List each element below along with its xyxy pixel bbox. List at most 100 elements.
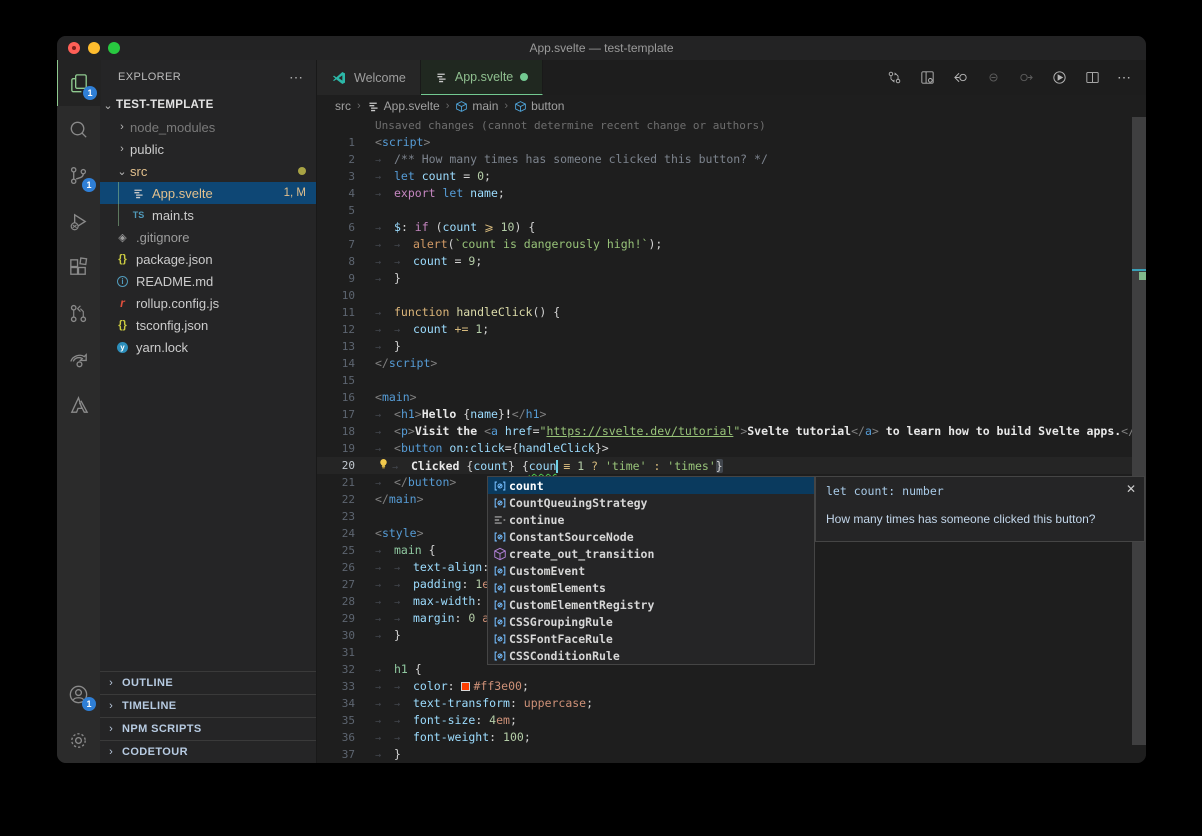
tree-item-tsconfig-json[interactable]: {}tsconfig.json	[100, 314, 316, 336]
suggest-item-customelements[interactable]: customElements	[488, 579, 814, 596]
code-line-19[interactable]: 19→<button on:click={handleClick}>	[317, 440, 1146, 457]
tree-item-package-json[interactable]: {}package.json	[100, 248, 316, 270]
account-icon[interactable]: 1	[57, 671, 100, 717]
lightbulb-icon[interactable]	[375, 457, 392, 475]
suggest-item-cssfontfacerule[interactable]: CSSFontFaceRule	[488, 630, 814, 647]
tree-root-test-template[interactable]: ⌄TEST-TEMPLATE	[100, 94, 316, 116]
symbol-keyword-icon	[491, 513, 509, 527]
code-editor[interactable]: Unsaved changes (cannot determine recent…	[317, 117, 1146, 763]
line-number: 5	[317, 202, 355, 219]
code-line-15[interactable]: 15	[317, 372, 1146, 389]
code-line-9[interactable]: 9→}	[317, 270, 1146, 287]
nav-current-icon[interactable]	[985, 69, 1002, 86]
chevron-right-icon: ›	[100, 700, 122, 712]
suggest-item-cssconditionrule[interactable]: CSSConditionRule	[488, 647, 814, 664]
suggest-docs-panel: ✕ let count: number How many times has s…	[815, 476, 1145, 542]
code-line-11[interactable]: 11→function handleClick() {	[317, 304, 1146, 321]
run-debug-icon[interactable]	[57, 198, 100, 244]
breadcrumb-item-button[interactable]: button	[514, 99, 564, 113]
svelte-lines-icon	[130, 187, 147, 200]
tree-item-src[interactable]: ⌄src	[100, 160, 316, 182]
section-npm-scripts[interactable]: ›NPM SCRIPTS	[100, 717, 316, 740]
compare-changes-icon[interactable]	[886, 69, 903, 86]
suggest-item-customevent[interactable]: CustomEvent	[488, 562, 814, 579]
breadcrumb-separator: ›	[357, 100, 361, 112]
line-number: 4	[317, 185, 355, 202]
json-braces-icon: {}	[114, 253, 131, 265]
source-control-icon[interactable]: 1	[57, 152, 100, 198]
nav-back-icon[interactable]	[952, 69, 969, 86]
code-line-8[interactable]: 8→→count = 9;	[317, 253, 1146, 270]
code-line-13[interactable]: 13→}	[317, 338, 1146, 355]
suggest-item-constantsourcenode[interactable]: ConstantSourceNode	[488, 528, 814, 545]
code-line-3[interactable]: 3→let count = 0;	[317, 168, 1146, 185]
code-line-35[interactable]: 35→→font-size: 4em;	[317, 712, 1146, 729]
tree-item-app-svelte[interactable]: App.svelte1, M	[100, 182, 316, 204]
code-line-36[interactable]: 36→→font-weight: 100;	[317, 729, 1146, 746]
code-line-14[interactable]: 14</script>	[317, 355, 1146, 372]
line-number: 13	[317, 338, 355, 355]
suggest-item-continue[interactable]: continue	[488, 511, 814, 528]
tab-label: App.svelte	[455, 70, 513, 84]
code-line-18[interactable]: 18→<p>Visit the <a href="https://svelte.…	[317, 423, 1146, 440]
code-line-33[interactable]: 33→→color: #ff3e00;	[317, 678, 1146, 695]
nav-forward-icon[interactable]	[1018, 69, 1035, 86]
close-icon[interactable]: ✕	[1126, 482, 1136, 496]
extensions-icon[interactable]	[57, 244, 100, 290]
tree-item-main-ts[interactable]: TSmain.ts	[100, 204, 316, 226]
code-line-5[interactable]: 5	[317, 202, 1146, 219]
symbol-module-icon	[491, 547, 509, 561]
live-share-icon[interactable]	[57, 336, 100, 382]
tree-item--gitignore[interactable]: ◈.gitignore	[100, 226, 316, 248]
tree-item-rollup-config-js[interactable]: rrollup.config.js	[100, 292, 316, 314]
section-outline[interactable]: ›OUTLINE	[100, 671, 316, 694]
code-line-17[interactable]: 17→<h1>Hello {name}!</h1>	[317, 406, 1146, 423]
run-file-icon[interactable]	[1051, 69, 1068, 86]
code-line-2[interactable]: 2→/** How many times has someone clicked…	[317, 151, 1146, 168]
explorer-icon[interactable]: 1	[57, 60, 101, 106]
section-timeline[interactable]: ›TIMELINE	[100, 694, 316, 717]
suggest-item-customelementregistry[interactable]: CustomElementRegistry	[488, 596, 814, 613]
code-line-20[interactable]: 20→Clicked {count} {coun ≡ 1 ? 'time' : …	[317, 457, 1146, 474]
open-changes-icon[interactable]	[919, 69, 936, 86]
editor-scrollbar[interactable]	[1132, 117, 1146, 745]
explorer-sidebar: EXPLORER ⋯ ⌄TEST-TEMPLATE›node_modules›p…	[100, 60, 317, 763]
breadcrumb-item-src[interactable]: src	[335, 99, 351, 113]
tree-item-yarn-lock[interactable]: yyarn.lock	[100, 336, 316, 358]
more-actions-icon[interactable]: ⋯	[1117, 69, 1132, 86]
tree-item-public[interactable]: ›public	[100, 138, 316, 160]
tab-label: Welcome	[354, 71, 406, 85]
tab-bar: Welcome App.svelte ⋯	[317, 60, 1146, 95]
code-line-4[interactable]: 4→export let name;	[317, 185, 1146, 202]
settings-gear-icon[interactable]	[57, 717, 100, 763]
suggest-item-cssgroupingrule[interactable]: CSSGroupingRule	[488, 613, 814, 630]
code-line-6[interactable]: 6→$: if (count ⩾ 10) {	[317, 219, 1146, 236]
section-codetour[interactable]: ›CODETOUR	[100, 740, 316, 763]
symbol-variable-icon	[491, 479, 509, 493]
code-line-34[interactable]: 34→→text-transform: uppercase;	[317, 695, 1146, 712]
code-line-37[interactable]: 37→}	[317, 746, 1146, 763]
suggest-item-create_out_transition[interactable]: create_out_transition	[488, 545, 814, 562]
symbol-cube-icon	[514, 100, 527, 113]
symbol-cube-icon	[455, 100, 468, 113]
tab-welcome[interactable]: Welcome	[317, 60, 421, 95]
more-actions-icon[interactable]: ⋯	[289, 69, 304, 86]
github-pr-icon[interactable]	[57, 290, 100, 336]
search-icon[interactable]	[57, 106, 100, 152]
azure-icon[interactable]	[57, 382, 100, 428]
code-line-1[interactable]: 1<script>	[317, 134, 1146, 151]
tree-item-readme-md[interactable]: iREADME.md	[100, 270, 316, 292]
tab-app-svelte[interactable]: App.svelte	[421, 60, 543, 95]
suggest-item-count[interactable]: count	[488, 477, 814, 494]
code-line-7[interactable]: 7→→alert(`count is dangerously high!`);	[317, 236, 1146, 253]
tree-item-node-modules[interactable]: ›node_modules	[100, 116, 316, 138]
title-bar: App.svelte — test-template	[57, 36, 1146, 60]
breadcrumb-item-main[interactable]: main	[455, 99, 498, 113]
code-line-16[interactable]: 16<main>	[317, 389, 1146, 406]
sidebar-header: EXPLORER ⋯	[100, 60, 316, 94]
suggest-item-countqueuingstrategy[interactable]: CountQueuingStrategy	[488, 494, 814, 511]
split-editor-icon[interactable]	[1084, 69, 1101, 86]
code-line-10[interactable]: 10	[317, 287, 1146, 304]
code-line-12[interactable]: 12→→count += 1;	[317, 321, 1146, 338]
breadcrumb-item-app-svelte[interactable]: App.svelte	[367, 99, 440, 113]
